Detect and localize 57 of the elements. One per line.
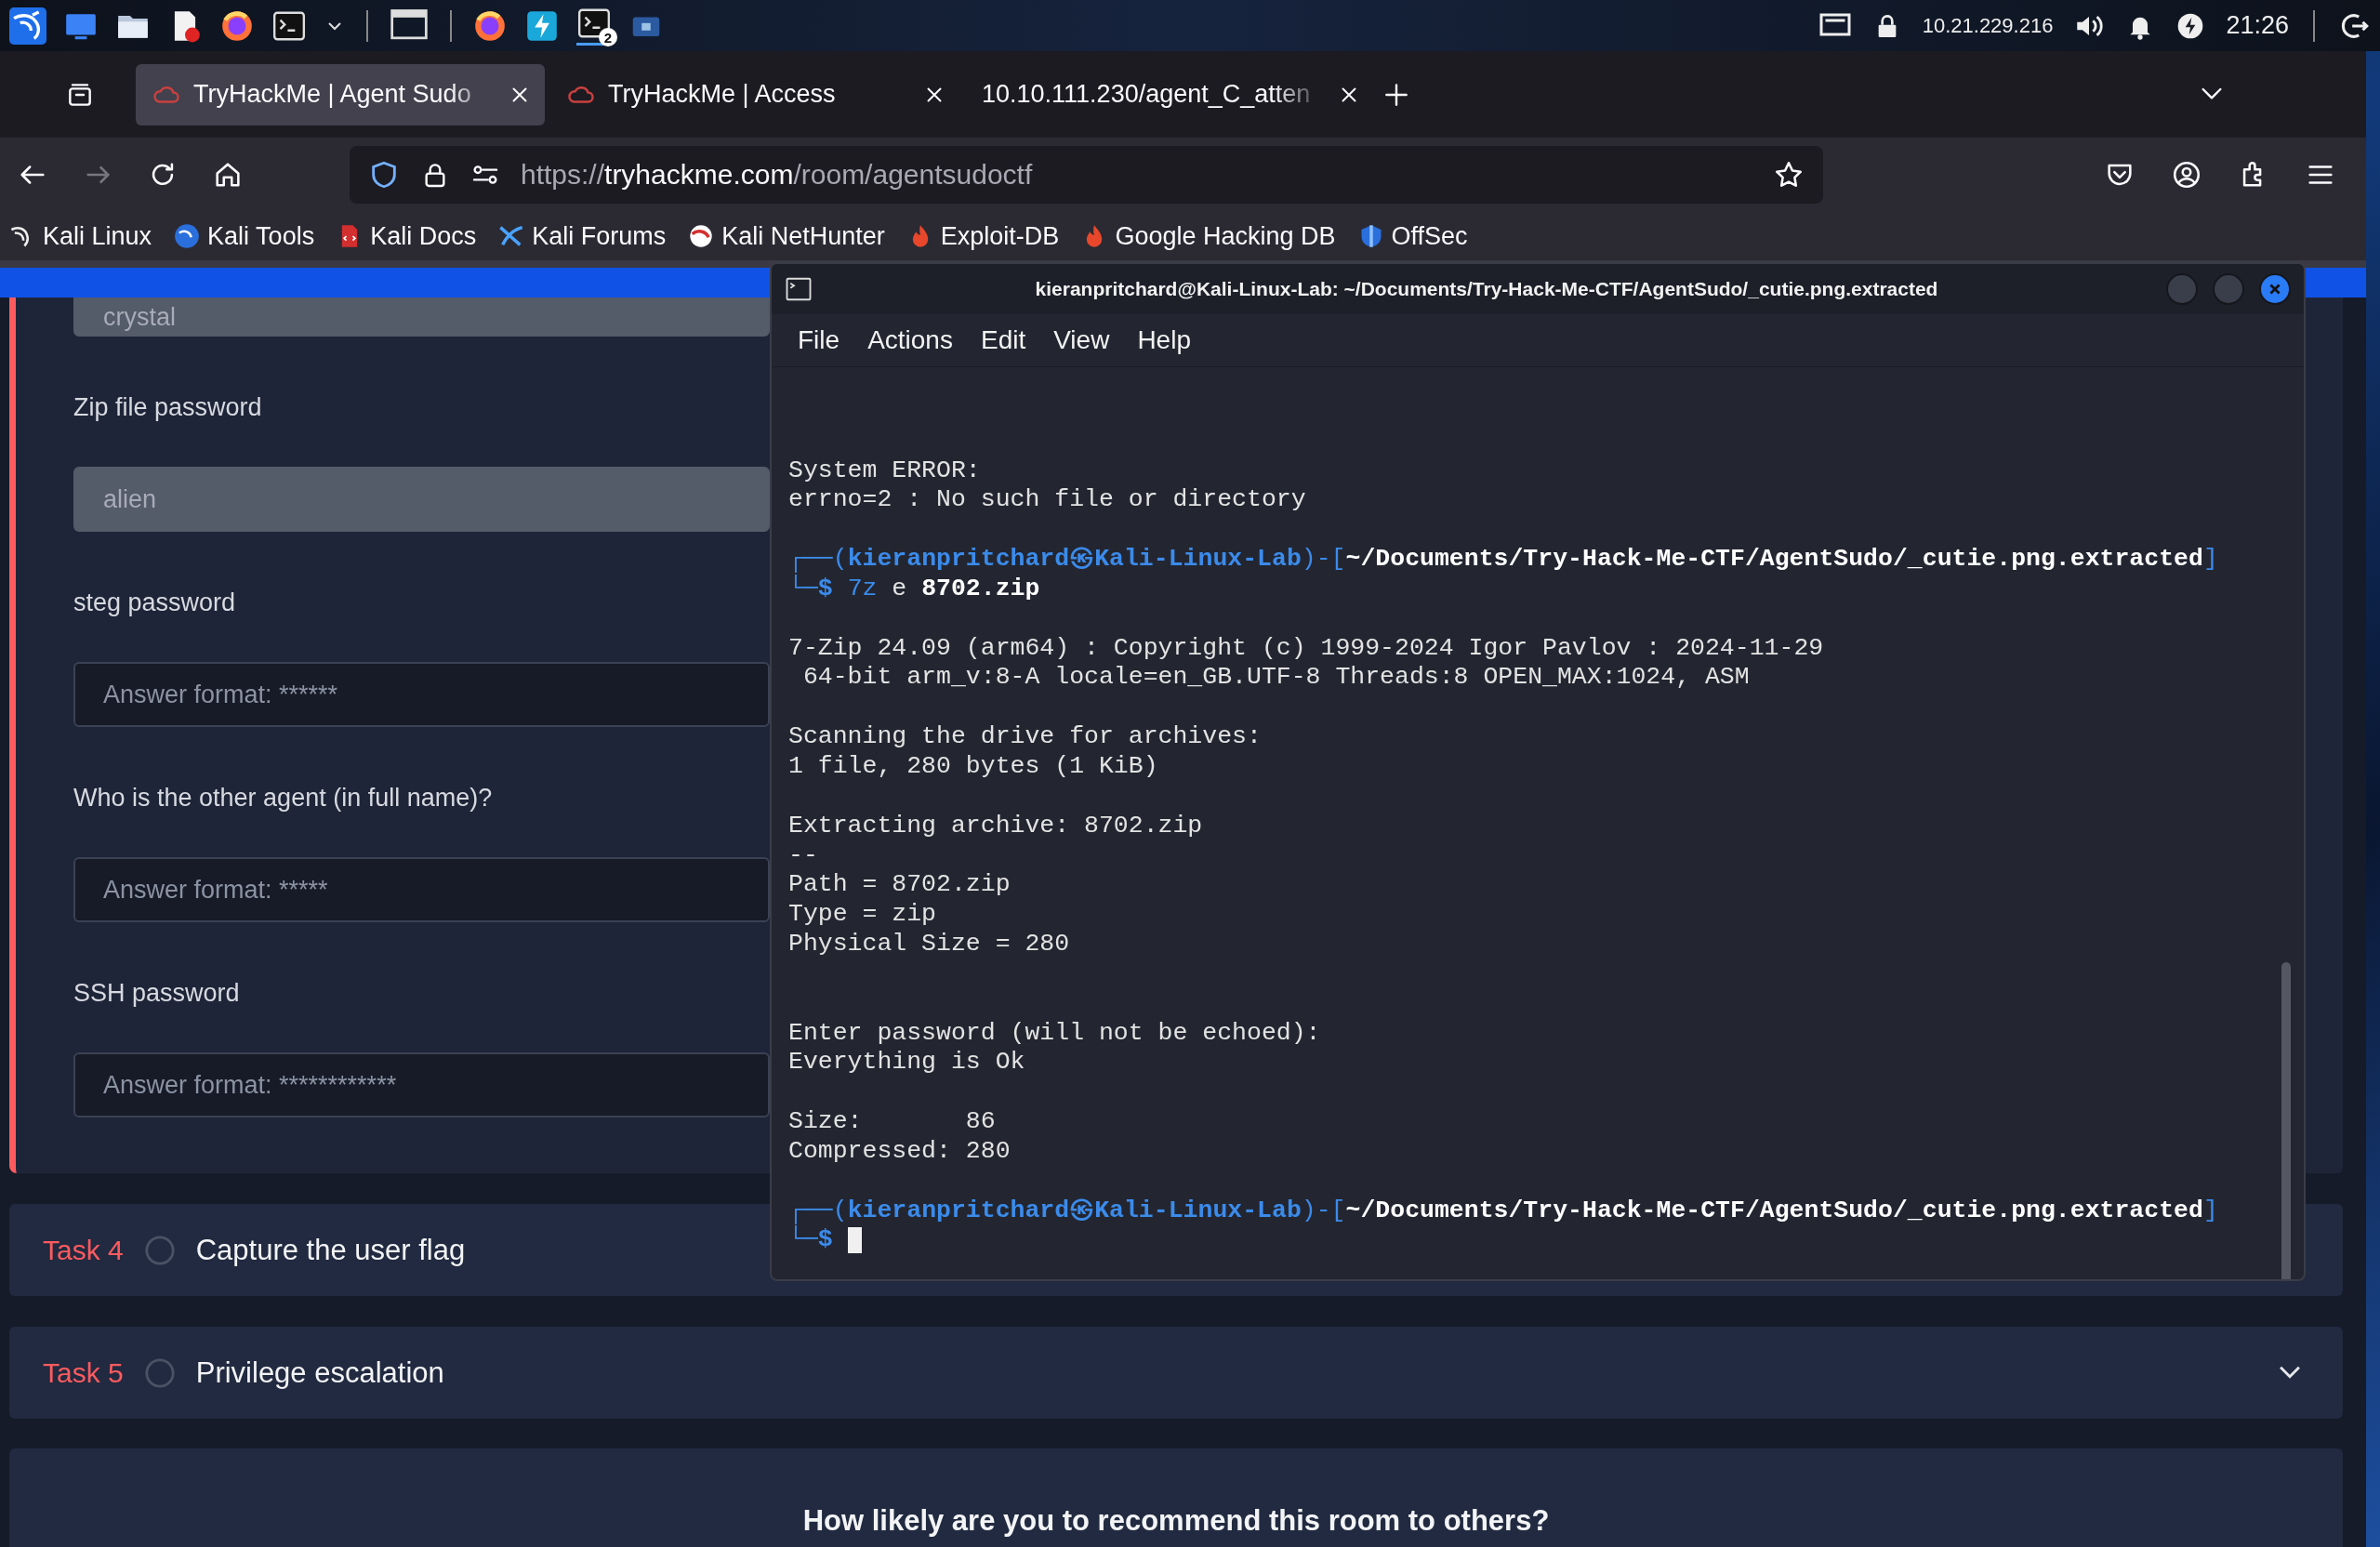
task-title: Privilege escalation	[195, 1355, 444, 1390]
bookmark-link[interactable]: Kali Linux	[9, 221, 152, 251]
bookmark-link[interactable]: Google Hacking DB	[1081, 221, 1336, 251]
menu-item[interactable]: Help	[1137, 325, 1191, 355]
terminal-line: Enter password (will not be echoed):	[788, 1018, 1321, 1049]
terminal-line: ┌──(kieranpritchard㉿Kali-Linux-Lab)-[~/Documents/Try-Hack-Me-CTF/AgentSudo/_cutie.png.extracted]	[788, 545, 2218, 575]
account-icon[interactable]	[2171, 159, 2202, 191]
clock: 21:26	[2226, 11, 2289, 40]
browser-tab[interactable]: TryHackMe | Agent Sudo	[136, 63, 545, 126]
terminal-line: Physical Size = 280	[788, 930, 1070, 959]
bookmark-link[interactable]: Kali Docs	[337, 221, 477, 251]
terminal-line: 7-Zip 24.09 (arm64) : Copyright (c) 1999-2024 Igor Pavlov : 2024-11-29	[788, 633, 1824, 664]
menu-item[interactable]: Actions	[867, 325, 953, 355]
terminal-line: --	[788, 840, 818, 871]
terminal-line: Size: 86	[788, 1107, 996, 1137]
question-label: Zip file password	[73, 392, 262, 423]
terminal-line: Scanning the drive for archives:	[788, 722, 1262, 752]
terminal-line: Compressed: 280	[788, 1136, 1011, 1167]
task-title: Capture the user flag	[195, 1233, 466, 1267]
bookmark-link[interactable]: Exploit-DB	[906, 221, 1060, 251]
browser-tab[interactable]: 10.10.111.230/agent_C_atten	[965, 63, 1374, 126]
address-bar[interactable]: https://tryhackme.com/room/agentsudoctf	[350, 146, 1823, 204]
menu-item[interactable]: File	[798, 325, 840, 355]
window-title: kieranpritchard@Kali-Linux-Lab: ~/Documents/Try-Hack-Me-CTF/AgentSudo/_cutie.png.extracted	[1034, 278, 1939, 300]
terminal-line: Extracting archive: 8702.zip	[788, 811, 1203, 841]
close-button[interactable]	[2259, 273, 2291, 305]
terminal-line: System ERROR:	[788, 456, 981, 486]
terminal-line: └─$ 7z e 8702.zip	[788, 574, 1040, 604]
question-label: steg password	[73, 588, 236, 618]
bookmark-link[interactable]: Kali NetHunter	[688, 221, 885, 251]
task-number: Task 4	[43, 1234, 124, 1266]
scrollbar-thumb[interactable]	[2281, 962, 2291, 1279]
bookmark-link[interactable]: Kali Tools	[174, 221, 315, 251]
terminal-line: 64-bit arm_v:8-A locale=en_GB.UTF-8 Threads:8 OPEN_MAX:1024, ASM	[801, 663, 1750, 694]
terminal-line: errno=2 : No such file or directory	[788, 485, 1306, 516]
terminal-line: └─$	[788, 1225, 833, 1256]
notification-badge: 2	[599, 28, 617, 46]
bookmark-link[interactable]: Kali Forums	[498, 221, 667, 251]
task-row[interactable]: Task 5 Privilege escalation	[9, 1327, 2343, 1419]
browser-tab[interactable]: TryHackMe | Access	[550, 63, 959, 126]
feedback-question: How likely are you to recommend this room to others?	[802, 1504, 1550, 1539]
bookmark-link[interactable]: OffSec	[1357, 221, 1468, 251]
terminal-line: Path = 8702.zip	[788, 870, 1011, 901]
terminal-icon	[785, 275, 813, 303]
question-label: Who is the other agent (in full name)?	[73, 783, 493, 813]
terminal-line: Type = zip	[788, 900, 937, 931]
menu-item[interactable]: Edit	[980, 325, 1026, 355]
url-text: https://tryhackme.com/room/agentsudoctf	[521, 159, 1033, 191]
question-label: SSH password	[73, 978, 240, 1009]
answer-field[interactable]: Answer format: ************	[73, 1052, 770, 1117]
terminal-line: Everything is Ok	[788, 1048, 1025, 1078]
menu-item[interactable]: View	[1053, 325, 1110, 355]
terminal-line: 1 file, 280 bytes (1 KiB)	[788, 751, 1158, 782]
ip-address: 10.21.229.216	[1922, 13, 2054, 38]
answer-field[interactable]: Answer format: ******	[73, 662, 770, 727]
answer-field[interactable]: Answer format: *****	[73, 857, 770, 922]
task-number: Task 5	[43, 1356, 124, 1389]
